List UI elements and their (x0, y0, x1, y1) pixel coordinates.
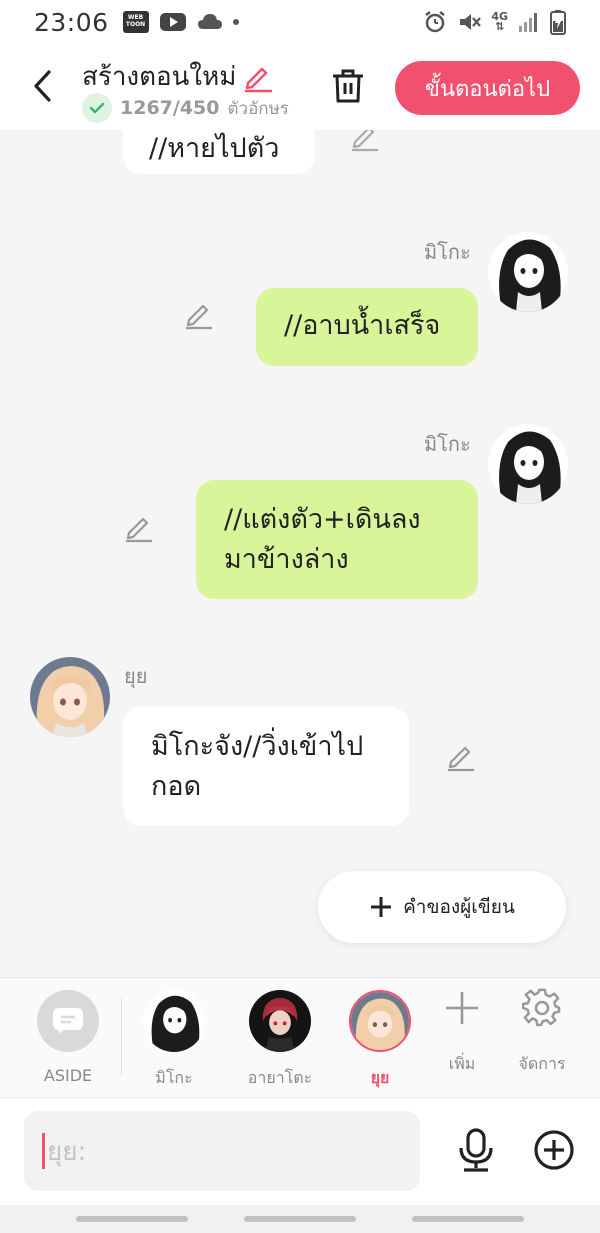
network-type-label: 4G ⇅ (491, 10, 508, 33)
mute-icon (460, 14, 482, 30)
message-text-line: //อาบน้ำเสร็จ (284, 310, 441, 341)
text-caret (42, 1133, 45, 1169)
add-circle-icon[interactable] (532, 1128, 576, 1172)
character-count-row: 1267/450 ตัวอักษร (82, 93, 300, 123)
edit-message-icon[interactable] (184, 300, 214, 330)
plus-icon (446, 992, 478, 1024)
message-text-line: มิโกะจัง//วิ่งเข้าไป (151, 731, 364, 762)
status-bar: 23:06 WEB TOON 4G ⇅ (0, 0, 600, 44)
edit-message-icon[interactable] (446, 742, 476, 772)
avatar-miko[interactable] (488, 232, 568, 312)
character-count-unit: ตัวอักษร (227, 98, 289, 119)
character-count: 1267/450 (120, 97, 220, 119)
youtube-icon (159, 13, 186, 31)
speaker-name: มิโกะ (424, 240, 471, 264)
nav-back-button[interactable] (412, 1216, 524, 1222)
character-label: อายาโตะ (247, 1068, 313, 1087)
speaker-name: มิโกะ (424, 432, 471, 456)
character-bar: ASIDE มิโกะ อายาโตะ ยุย เพิ่ม จัดการ (0, 977, 600, 1097)
edit-title-icon[interactable] (242, 61, 274, 93)
message-text-line: //หายไปตัว (149, 133, 280, 164)
system-navigation-bar (0, 1205, 600, 1233)
next-step-button[interactable]: ขั้นตอนต่อไป (395, 61, 580, 115)
message-input-placeholder: ยุย: (47, 1136, 87, 1167)
avatar-yui[interactable] (30, 657, 110, 737)
message-bubble[interactable]: มิโกะจัง//วิ่งเข้าไป กอด (123, 707, 409, 826)
check-icon (82, 93, 112, 123)
status-notification-icons: WEB TOON (122, 11, 239, 33)
message-text-line: กอด (151, 771, 202, 802)
character-label: จัดการ (518, 1054, 566, 1073)
edit-message-icon[interactable] (350, 130, 380, 152)
more-notifications-dot (232, 19, 239, 25)
yui-avatar (349, 990, 411, 1052)
signal-icon (519, 13, 537, 32)
character-bar-divider (121, 998, 122, 1076)
miko-avatar (143, 990, 205, 1052)
miko-avatar-art (488, 424, 568, 504)
edit-message-icon[interactable] (124, 513, 154, 543)
aside-icon (37, 990, 99, 1052)
nav-home-button[interactable] (244, 1216, 356, 1222)
battery-charging-icon (550, 10, 566, 35)
ayato-avatar (249, 990, 311, 1052)
status-time: 23:06 (34, 7, 109, 37)
webtoon-app-icon: WEB TOON (122, 11, 149, 33)
plus-icon (371, 897, 392, 917)
message-bubble[interactable]: //แต่งตัว+เดินลง มาข้างล่าง (196, 480, 478, 599)
alarm-icon (425, 11, 446, 33)
trash-icon (333, 69, 363, 103)
nav-recents-button[interactable] (76, 1216, 188, 1222)
editor-header: สร้างตอนใหม่ 1267/450 ตัวอักษร ขั้นตอนต่… (0, 44, 600, 130)
episode-title: สร้างตอนใหม่ (82, 62, 237, 92)
chevron-left-icon (34, 70, 51, 102)
character-miko[interactable]: มิโกะ (126, 990, 222, 1091)
character-aside[interactable]: ASIDE (20, 990, 116, 1085)
message-text-line: //แต่งตัว+เดินลง (224, 504, 421, 535)
author-note-label: คำของผู้เขียน (403, 896, 515, 918)
title-row: สร้างตอนใหม่ (82, 56, 274, 97)
delete-button[interactable] (328, 66, 368, 106)
manage-characters-button[interactable]: จัดการ (494, 988, 590, 1077)
message-input-bar: ยุย: (0, 1097, 600, 1205)
back-button[interactable] (22, 66, 62, 106)
miko-avatar-art (488, 232, 568, 312)
character-ayato[interactable]: อายาโตะ (232, 990, 328, 1091)
gear-icon (522, 988, 561, 1027)
avatar-miko[interactable] (488, 424, 568, 504)
message-input[interactable]: ยุย: (24, 1111, 420, 1191)
network-type-text: 4G (491, 10, 508, 23)
speaker-name: ยุย (124, 664, 148, 688)
cloud-icon (197, 14, 222, 29)
chat-area[interactable]: //หายไปตัว มิโกะ //อาบน้ำเสร็จ มิโกะ //แ… (0, 130, 600, 977)
author-note-button[interactable]: คำของผู้เขียน (318, 871, 566, 943)
character-label: เพิ่ม (448, 1054, 476, 1073)
message-bubble[interactable]: //หายไปตัว (123, 130, 315, 174)
microphone-icon[interactable] (455, 1128, 497, 1172)
character-label: ยุย (370, 1068, 390, 1087)
character-label: มิโกะ (155, 1068, 193, 1087)
yui-avatar-art (30, 657, 110, 737)
message-bubble[interactable]: //อาบน้ำเสร็จ (256, 288, 478, 366)
character-label: ASIDE (43, 1066, 93, 1085)
message-text-line: มาข้างล่าง (224, 544, 349, 575)
status-system-icons: 4G ⇅ (423, 9, 566, 35)
